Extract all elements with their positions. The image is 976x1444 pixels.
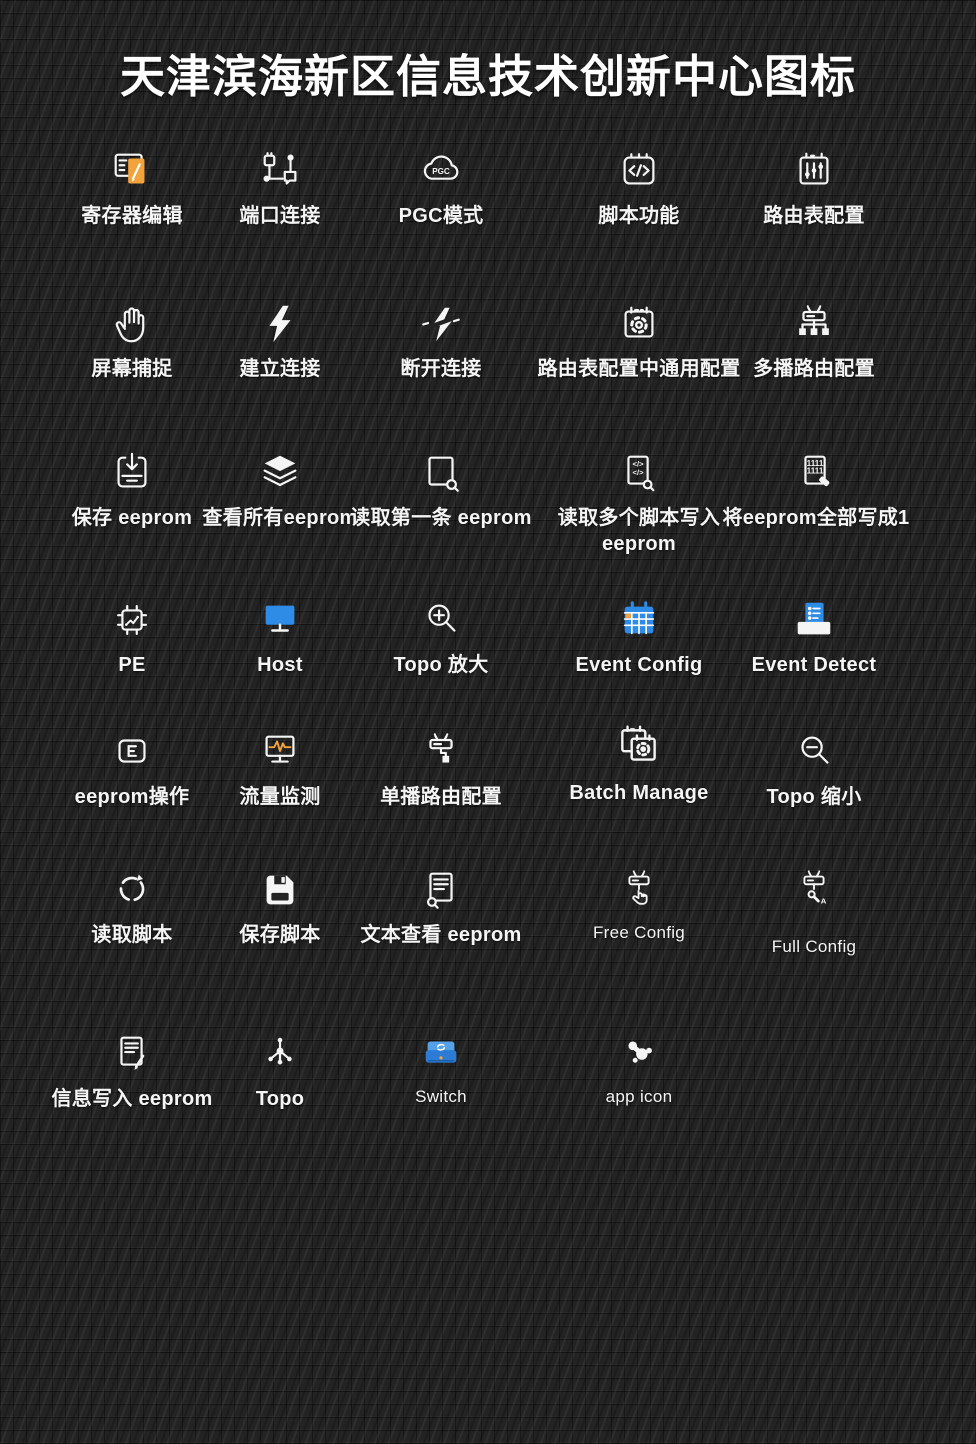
grid-item-write-ones-eeprom[interactable]: 1111 1111 将eeprom全部写成1	[700, 450, 932, 531]
gear-window-icon	[616, 301, 662, 347]
icon-label: 流量监测	[239, 784, 320, 810]
save-eeprom-icon	[109, 450, 155, 496]
text-view-eeprom-icon	[418, 867, 464, 913]
icon-label: Host	[257, 652, 303, 678]
grid-item-topo-zoom-out[interactable]: Topo 缩小	[698, 729, 930, 810]
icon-label: Event Config	[576, 652, 703, 678]
event-config-calendar-icon	[616, 597, 662, 643]
connect-bolt-icon	[257, 301, 303, 347]
icon-label: 读取脚本	[91, 922, 172, 948]
pgc-cloud-icon: PGC	[418, 148, 464, 194]
icon-label: 将eeprom全部写成1	[723, 505, 910, 531]
batch-manage-icon	[614, 725, 664, 771]
icon-label: 屏幕捕捉	[91, 356, 172, 382]
svg-text:A: A	[821, 896, 827, 905]
grid-item-event-detect[interactable]: Event Detect	[698, 597, 930, 678]
switch-device-icon	[418, 1031, 464, 1077]
read-script-icon	[109, 867, 155, 913]
info-write-eeprom-icon	[109, 1031, 155, 1077]
grid-item-read-first-eeprom[interactable]: 读取第一条 eeprom	[325, 450, 557, 531]
icon-label: Batch Manage	[569, 780, 708, 806]
grid-item-route-table-config[interactable]: 路由表配置	[698, 148, 930, 229]
read-first-eeprom-icon	[418, 450, 464, 496]
icon-label: 单播路由配置	[380, 784, 502, 810]
icon-sheet-page: 天津滨海新区信息技术创新中心图标 寄存器编辑 端口连接	[0, 0, 976, 1444]
icon-label: 保存脚本	[239, 922, 320, 948]
disconnect-bolt-icon	[418, 301, 464, 347]
icon-label: 断开连接	[400, 356, 481, 382]
topo-node-icon	[257, 1031, 303, 1077]
icon-label: Switch	[415, 1086, 467, 1108]
multicast-route-icon	[791, 301, 837, 347]
traffic-monitor-icon	[257, 729, 303, 775]
pe-chip-icon	[109, 597, 155, 643]
hand-capture-icon	[109, 301, 155, 347]
icon-label: Topo	[256, 1086, 305, 1112]
write-ones-eeprom-icon: 1111 1111	[793, 450, 839, 496]
icon-label: 多播路由配置	[753, 356, 875, 382]
icon-label: PE	[118, 652, 145, 678]
icon-label: Event Detect	[752, 652, 877, 678]
svg-text:</>: </>	[633, 459, 645, 468]
svg-text:PGC: PGC	[432, 167, 450, 176]
layers-icon	[257, 450, 303, 496]
script-window-icon	[616, 148, 662, 194]
grid-item-multicast-route[interactable]: 多播路由配置	[698, 301, 930, 382]
grid-item-full-config[interactable]: A Full Config	[698, 867, 930, 958]
svg-text:</>: </>	[633, 468, 645, 477]
host-monitor-icon	[257, 597, 303, 643]
icon-label: 端口连接	[239, 203, 320, 229]
icon-label: Full Config	[772, 936, 857, 958]
app-logo-icon	[616, 1031, 662, 1077]
event-detect-icon	[791, 597, 837, 643]
icon-label: Free Config	[593, 922, 685, 944]
zoom-in-icon	[418, 597, 464, 643]
port-connect-icon	[257, 148, 303, 194]
icon-label: 脚本功能	[598, 203, 679, 229]
svg-text:1111: 1111	[807, 466, 824, 475]
icon-label: PGC模式	[399, 203, 484, 229]
icon-label: 文本查看 eeprom	[360, 922, 521, 948]
route-table-config-icon	[791, 148, 837, 194]
page-title: 天津滨海新区信息技术创新中心图标	[0, 40, 976, 105]
save-script-floppy-icon	[257, 867, 303, 913]
full-config-icon: A	[791, 867, 837, 913]
icon-label: app icon	[606, 1086, 673, 1108]
free-config-icon	[616, 867, 662, 913]
icon-label: Topo 缩小	[766, 784, 861, 810]
icon-label: Topo 放大	[393, 652, 488, 678]
icon-label: 建立连接	[239, 356, 320, 382]
unicast-route-icon	[418, 729, 464, 775]
zoom-out-icon	[791, 729, 837, 775]
eeprom-operate-icon	[109, 729, 155, 775]
icon-label: 路由表配置	[763, 203, 865, 229]
multi-script-eeprom-icon: </> </>	[616, 450, 662, 496]
icon-label: 读取第一条 eeprom	[350, 505, 531, 531]
register-edit-icon	[109, 148, 155, 194]
grid-item-app-icon[interactable]: app icon	[523, 1031, 755, 1108]
